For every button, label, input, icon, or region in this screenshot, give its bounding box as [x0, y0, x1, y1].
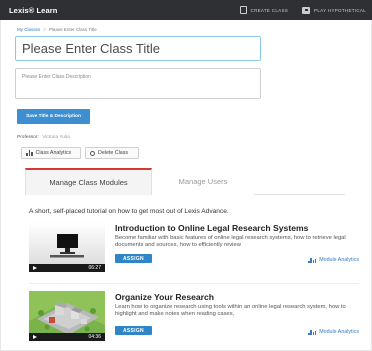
- module-analytics-link[interactable]: Module Analytics: [308, 329, 359, 335]
- play-icon[interactable]: [33, 335, 37, 339]
- brand-logo[interactable]: Lexis® Learn: [9, 6, 57, 15]
- grid-icon: [302, 6, 311, 14]
- tab-manage-class-modules[interactable]: Manage Class Modules: [25, 168, 152, 195]
- breadcrumb-current: Please Enter Class Title: [48, 27, 97, 32]
- bar-chart-icon: [308, 257, 317, 263]
- module-title[interactable]: Organize Your Research: [115, 292, 214, 302]
- module-analytics-link[interactable]: Module Analytics: [308, 257, 359, 263]
- bar-chart-icon: [308, 329, 317, 335]
- module-title[interactable]: Introduction to Online Legal Research Sy…: [115, 223, 308, 233]
- tab-bar: Manage Class Modules Manage Users: [25, 168, 345, 195]
- assign-button[interactable]: ASSIGN: [115, 326, 152, 335]
- module-description: Learn how to organize research using too…: [115, 304, 346, 317]
- play-hypothetical-label: PLAY HYPOTHETICAL: [314, 7, 366, 13]
- module-analytics-label: Module Analytics: [319, 329, 359, 335]
- module-thumbnail[interactable]: 04:36: [29, 291, 105, 341]
- professor-label: Professor:: [17, 135, 39, 140]
- save-title-description-button[interactable]: Save Title & Description: [17, 109, 90, 124]
- breadcrumb-my-classes[interactable]: My Classes: [17, 27, 40, 32]
- module-thumbnail[interactable]: 06:27: [29, 222, 105, 272]
- module-divider: [29, 283, 359, 284]
- class-analytics-button[interactable]: Class Analytics: [21, 147, 81, 159]
- video-duration: 04:36: [88, 334, 101, 340]
- document-icon: [239, 6, 247, 14]
- tab-manage-users[interactable]: Manage Users: [152, 168, 254, 195]
- class-description-input[interactable]: [15, 68, 261, 99]
- app-window: Lexis® Learn CREATE CLASS PLAY HYPOTHETI…: [0, 0, 372, 351]
- delete-icon: [90, 150, 95, 156]
- module-description: Become familiar with basic features of o…: [115, 235, 346, 248]
- play-icon[interactable]: [33, 266, 37, 270]
- bar-chart-icon: [26, 150, 33, 156]
- class-analytics-label: Class Analytics: [35, 150, 72, 156]
- video-duration: 06:27: [88, 265, 101, 271]
- professor-name: Victoria Yulia: [42, 135, 70, 140]
- module-analytics-label: Module Analytics: [319, 257, 359, 263]
- play-hypothetical-button[interactable]: PLAY HYPOTHETICAL: [302, 6, 366, 14]
- delete-class-button[interactable]: Delete Class: [85, 147, 139, 159]
- video-controls: 06:27: [29, 264, 105, 272]
- breadcrumb-separator: >: [43, 27, 46, 32]
- create-class-label: CREATE CLASS: [250, 7, 289, 13]
- create-class-button[interactable]: CREATE CLASS: [239, 6, 289, 14]
- professor-info: Professor: Victoria Yulia: [17, 135, 70, 140]
- intro-text: A short, self-placed tutorial on how to …: [29, 208, 229, 215]
- top-bar: Lexis® Learn CREATE CLASS PLAY HYPOTHETI…: [0, 0, 372, 20]
- breadcrumb: My Classes > Please Enter Class Title: [17, 27, 97, 32]
- assign-button[interactable]: ASSIGN: [115, 254, 152, 263]
- delete-class-label: Delete Class: [98, 150, 129, 156]
- video-controls: 04:36: [29, 333, 105, 341]
- class-title-input[interactable]: [15, 36, 261, 61]
- module-card: 04:36 Organize Your Research Learn how t…: [29, 291, 359, 349]
- module-card: 06:27 Introduction to Online Legal Resea…: [29, 222, 359, 280]
